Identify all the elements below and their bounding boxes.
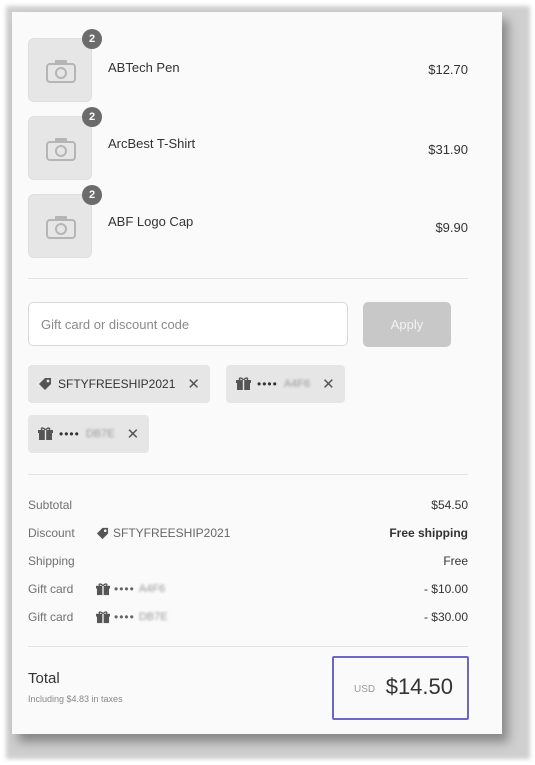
camera-icon <box>46 216 76 239</box>
product-thumbnail: 2 <box>28 29 102 102</box>
giftcard-row: Gift card •••• A4F6 - $10.00 <box>28 582 468 602</box>
subtotal-value: $54.50 <box>431 498 468 512</box>
divider <box>28 646 468 647</box>
tax-note: Including $4.83 in taxes <box>28 694 123 704</box>
discount-code: SFTYFREESHIP2021 <box>113 526 231 540</box>
remove-tag-icon[interactable]: ✕ <box>187 375 200 393</box>
tag-label: SFTYFREESHIP2021 <box>58 377 176 391</box>
quantity-badge: 2 <box>82 29 102 49</box>
item-price: $9.90 <box>435 220 468 235</box>
giftcard-code: A4F6 <box>283 378 311 390</box>
item-name: ABTech Pen <box>108 60 180 75</box>
giftcard-value: - $10.00 <box>423 582 468 596</box>
giftcard-code-info: •••• A4F6 <box>96 582 165 596</box>
giftcard-code: DB7E <box>85 428 115 440</box>
remove-tag-icon[interactable]: ✕ <box>127 425 140 443</box>
masked-code-dots: •••• <box>114 610 135 624</box>
applied-discount-tag: SFTYFREESHIP2021 ✕ <box>28 365 210 403</box>
quantity-badge: 2 <box>82 107 102 127</box>
giftcard-code-info: •••• DB7E <box>96 610 168 624</box>
giftcard-value: - $30.00 <box>423 610 468 624</box>
giftcard-code: A4F6 <box>138 583 166 595</box>
subtotal-label: Subtotal <box>28 498 73 512</box>
tag-icon <box>39 378 51 390</box>
giftcard-code: DB7E <box>138 611 168 623</box>
total-amount: $14.50 <box>385 674 453 699</box>
currency-code: USD <box>354 684 376 695</box>
discount-label: Discount <box>28 526 75 540</box>
giftcard-label: Gift card <box>28 610 74 624</box>
giftcard-label: Gift card <box>28 582 74 596</box>
line-item: 2 ABF Logo Cap $9.90 <box>28 185 468 260</box>
gift-icon <box>96 610 110 623</box>
discount-row: Discount SFTYFREESHIP2021 Free shipping <box>28 526 468 546</box>
camera-icon <box>46 60 76 83</box>
quantity-badge: 2 <box>82 185 102 205</box>
gift-icon <box>236 377 251 390</box>
item-price: $12.70 <box>428 62 468 77</box>
applied-giftcard-tag: •••• A4F6 ✕ <box>226 365 345 403</box>
gift-icon <box>38 427 53 440</box>
masked-code-dots: •••• <box>59 427 80 441</box>
shipping-value: Free <box>443 554 468 568</box>
item-name: ABF Logo Cap <box>108 214 194 229</box>
total-label: Total <box>28 670 60 687</box>
apply-button[interactable]: Apply <box>363 302 451 347</box>
masked-code-dots: •••• <box>257 377 278 391</box>
product-thumbnail: 2 <box>28 185 102 258</box>
product-thumbnail: 2 <box>28 107 102 180</box>
item-name: ArcBest T-Shirt <box>108 136 196 151</box>
line-item: 2 ArcBest T-Shirt $31.90 <box>28 107 468 182</box>
divider <box>28 278 468 279</box>
discount-code-info: SFTYFREESHIP2021 <box>96 526 230 540</box>
item-price: $31.90 <box>428 142 468 157</box>
gift-icon <box>96 582 110 595</box>
discount-value: Free shipping <box>389 526 468 540</box>
order-summary-panel: 2 ABTech Pen $12.70 2 ArcBest T-Shirt $3… <box>12 12 502 734</box>
shipping-row: Shipping Free <box>28 554 468 574</box>
subtotal-row: Subtotal $54.50 <box>28 498 468 518</box>
total-amount-box: USD $14.50 <box>332 656 469 720</box>
applied-giftcard-tag: •••• DB7E ✕ <box>28 415 150 453</box>
remove-tag-icon[interactable]: ✕ <box>322 375 335 393</box>
masked-code-dots: •••• <box>114 582 135 596</box>
giftcard-row: Gift card •••• DB7E - $30.00 <box>28 610 468 630</box>
discount-code-input[interactable] <box>28 302 348 346</box>
divider <box>28 474 468 475</box>
tag-icon <box>96 527 109 539</box>
camera-icon <box>46 138 76 161</box>
line-item: 2 ABTech Pen $12.70 <box>28 29 468 104</box>
shipping-label: Shipping <box>28 554 75 568</box>
